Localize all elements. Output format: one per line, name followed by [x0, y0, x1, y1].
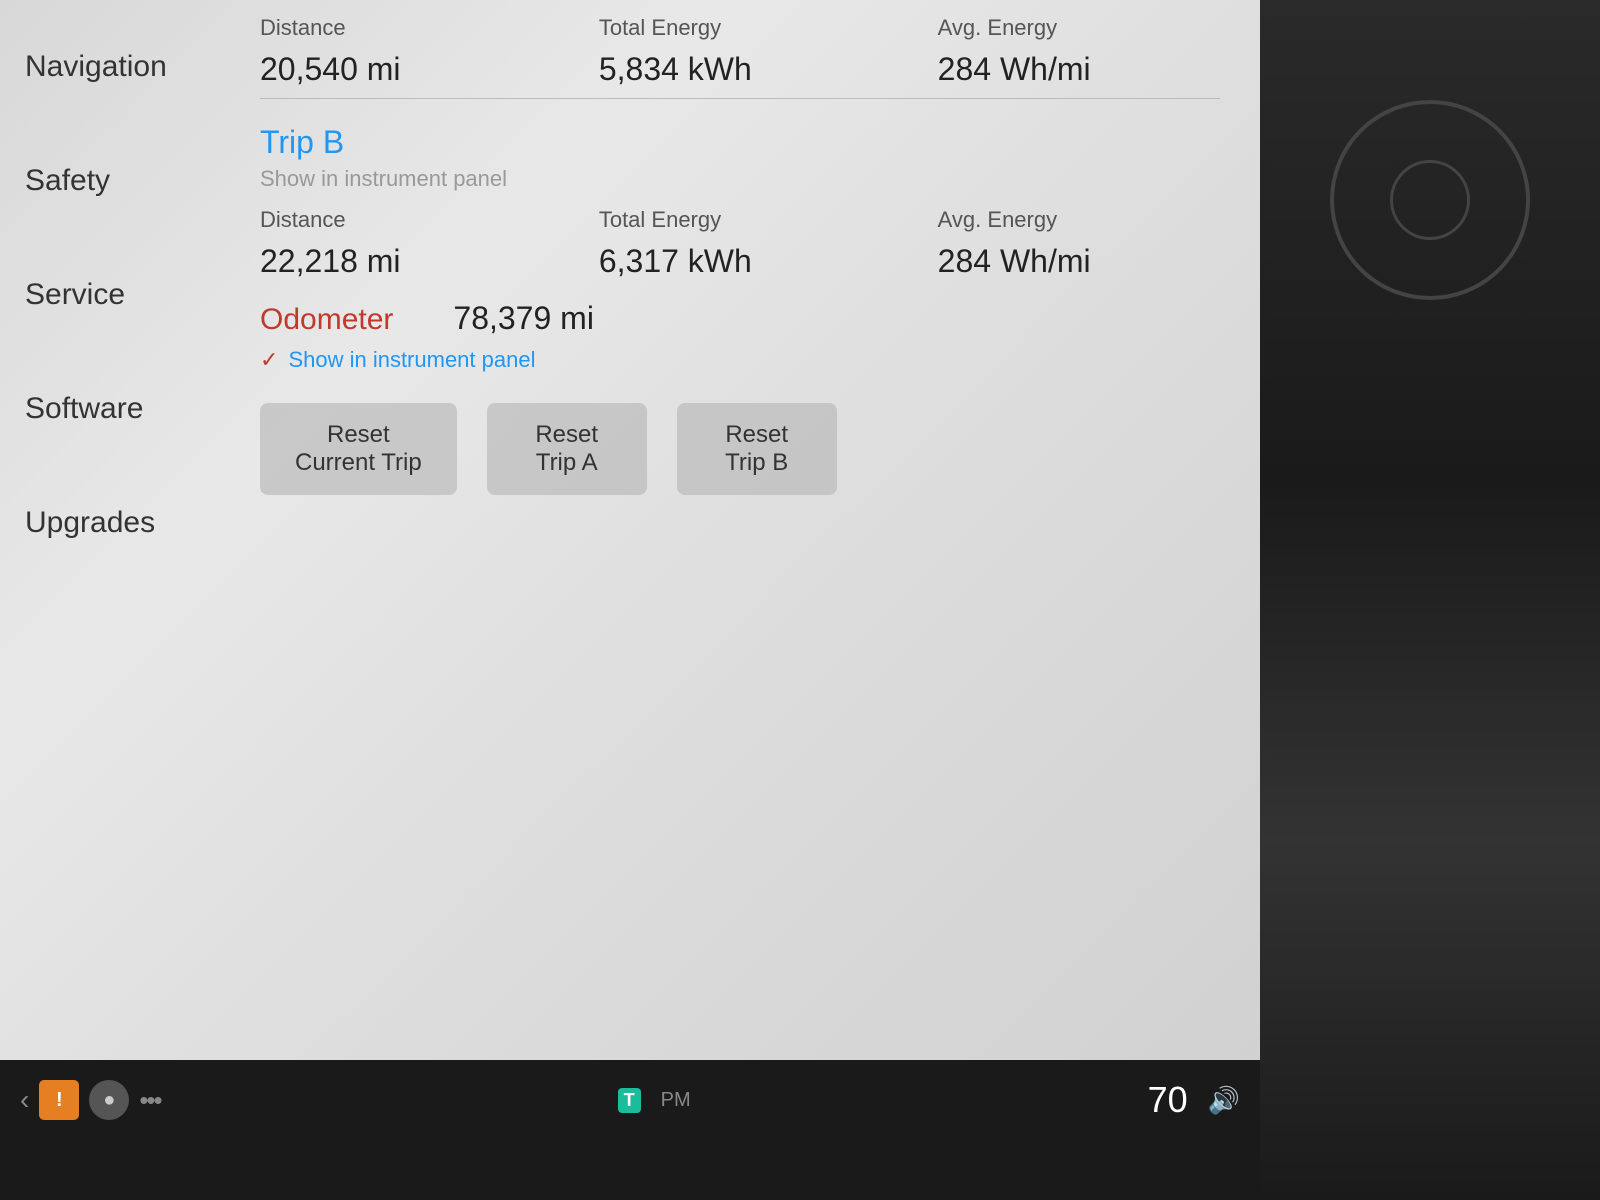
trip-b-title: Trip B — [260, 124, 1220, 161]
taskbar-center: T PM — [618, 1088, 691, 1113]
circle-icon[interactable]: ● — [89, 1080, 129, 1120]
trip-b-energy-col: Total Energy — [599, 207, 938, 238]
trip-b-show-instrument[interactable]: Show in instrument panel — [260, 166, 1220, 192]
main-screen: Navigation Safety Service Software Upgra… — [0, 0, 1260, 1140]
trip-b-avg-val-col: 284 Wh/mi — [938, 243, 1220, 280]
reset-trip-a-button[interactable]: ResetTrip A — [487, 403, 647, 495]
sidebar-item-upgrades[interactable]: Upgrades — [10, 496, 220, 550]
odometer-show-instrument-label: Show in instrument panel — [288, 347, 535, 373]
trip-b-energy-val-col: 6,317 kWh — [599, 243, 938, 280]
sidebar-item-service[interactable]: Service — [10, 268, 220, 322]
nav-back-icon[interactable]: ‹ — [20, 1084, 29, 1116]
sidebar-item-navigation[interactable]: Navigation — [10, 40, 220, 94]
trip-b-total-energy-value: 6,317 kWh — [599, 243, 938, 280]
reset-trip-b-button[interactable]: ResetTrip B — [677, 403, 837, 495]
steering-wheel-area — [1330, 100, 1530, 300]
trip-a-distance-col: Distance — [260, 15, 599, 46]
t-icon: T — [618, 1088, 641, 1113]
odometer-show-instrument[interactable]: ✓ Show in instrument panel — [260, 347, 1220, 373]
trip-a-distance-val-col: 20,540 mi — [260, 51, 599, 88]
taskbar-left: ‹ ! ● ••• — [20, 1080, 161, 1120]
trip-b-avg-energy-label: Avg. Energy — [938, 207, 1220, 233]
trip-a-distance-label: Distance — [260, 15, 599, 41]
checkmark-icon: ✓ — [260, 347, 278, 373]
pm-icon: PM — [661, 1089, 691, 1112]
taskbar: ‹ ! ● ••• T PM 70 🔊 — [0, 1060, 1260, 1140]
trip-a-headers: Distance Total Energy Avg. Energy — [260, 15, 1220, 46]
odometer-section: Odometer 78,379 mi ✓ Show in instrument … — [260, 280, 1220, 515]
trip-a-avg-energy-label: Avg. Energy — [938, 15, 1220, 41]
trip-b-headers: Distance Total Energy Avg. Energy — [260, 207, 1220, 238]
sidebar-item-software[interactable]: Software — [10, 382, 220, 436]
trip-b-avg-col: Avg. Energy — [938, 207, 1220, 238]
trip-a-energy-col: Total Energy — [599, 15, 938, 46]
sidebar-item-safety[interactable]: Safety — [10, 154, 220, 208]
odometer-label: Odometer — [260, 303, 393, 337]
trip-a-energy-val-col: 5,834 kWh — [599, 51, 938, 88]
trip-b-distance-col: Distance — [260, 207, 599, 238]
speed-display: 70 — [1148, 1079, 1188, 1121]
buttons-row: ResetCurrent Trip ResetTrip A ResetTrip … — [260, 403, 1220, 495]
trip-a-avg-energy-value: 284 Wh/mi — [938, 51, 1220, 88]
reset-current-trip-button[interactable]: ResetCurrent Trip — [260, 403, 457, 495]
trip-a-total-energy-value: 5,834 kWh — [599, 51, 938, 88]
trip-b-values: 22,218 mi 6,317 kWh 284 Wh/mi — [260, 243, 1220, 280]
trip-b-avg-energy-value: 284 Wh/mi — [938, 243, 1220, 280]
volume-icon[interactable]: 🔊 — [1208, 1085, 1240, 1116]
taskbar-right: 70 🔊 — [1148, 1079, 1240, 1121]
trip-a-avg-val-col: 284 Wh/mi — [938, 51, 1220, 88]
orange-notification-icon[interactable]: ! — [39, 1080, 79, 1120]
odometer-value: 78,379 mi — [453, 300, 594, 337]
odometer-row: Odometer 78,379 mi — [260, 300, 1220, 337]
trip-b-total-energy-label: Total Energy — [599, 207, 938, 233]
trip-a-avg-col: Avg. Energy — [938, 15, 1220, 46]
trip-b-distance-val-col: 22,218 mi — [260, 243, 599, 280]
trip-b-section: Trip B Show in instrument panel Distance… — [260, 104, 1220, 280]
trip-a-total-energy-label: Total Energy — [599, 15, 938, 41]
trip-a-section: Distance Total Energy Avg. Energy 20,540… — [260, 10, 1220, 99]
trip-a-values: 20,540 mi 5,834 kWh 284 Wh/mi — [260, 51, 1220, 88]
trip-b-distance-value: 22,218 mi — [260, 243, 599, 280]
right-panel — [1260, 0, 1600, 1200]
steering-wheel-inner — [1390, 160, 1470, 240]
trip-b-distance-label: Distance — [260, 207, 599, 233]
main-content: Distance Total Energy Avg. Energy 20,540… — [220, 0, 1260, 1140]
more-icon[interactable]: ••• — [139, 1085, 160, 1116]
trip-a-distance-value: 20,540 mi — [260, 51, 599, 88]
sidebar: Navigation Safety Service Software Upgra… — [0, 0, 220, 1140]
